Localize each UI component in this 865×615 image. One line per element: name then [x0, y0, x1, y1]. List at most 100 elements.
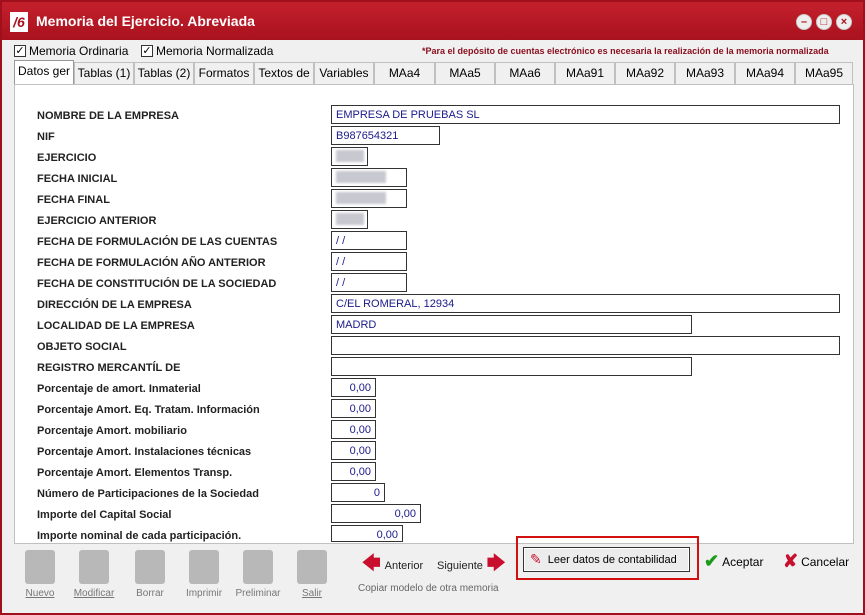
aceptar-button[interactable]: ✔ Aceptar: [704, 551, 763, 572]
fecha-final-field[interactable]: [331, 189, 407, 208]
imprimir-label: Imprimir: [185, 588, 223, 599]
company-name-field[interactable]: EMPRESA DE PRUEBAS SL: [331, 105, 840, 124]
amort-inmaterial-field[interactable]: 0,00: [331, 378, 376, 397]
fecha-inicial-field[interactable]: [331, 168, 407, 187]
field-label: FECHA DE FORMULACIÓN AÑO ANTERIOR: [37, 257, 266, 269]
title-bar: /6 Memoria del Ejercicio. Abreviada – □ …: [2, 2, 863, 40]
preliminar-label: Preliminar: [235, 588, 281, 599]
salir-button[interactable]: Salir: [290, 550, 334, 599]
tab-tablas-1[interactable]: Tablas (1): [74, 62, 134, 84]
aceptar-label: Aceptar: [722, 554, 764, 569]
tab-datos-generales[interactable]: Datos ger: [14, 60, 74, 84]
fecha-formulacion-field[interactable]: / /: [331, 231, 407, 250]
checkbox-icon: ✓: [14, 45, 26, 57]
siguiente-label: Siguiente: [437, 560, 483, 572]
modificar-label: Modificar: [73, 588, 115, 599]
exit-door-icon: [297, 550, 327, 584]
tab-textos[interactable]: Textos de: [254, 62, 314, 84]
objeto-social-field[interactable]: [331, 336, 840, 355]
field-label: Porcentaje de amort. Inmaterial: [37, 383, 201, 395]
cancelar-button[interactable]: ✘ Cancelar: [783, 551, 849, 572]
new-document-icon: [25, 550, 55, 584]
checkbox-label: Memoria Ordinaria: [29, 44, 129, 58]
capital-social-field[interactable]: 0,00: [331, 504, 421, 523]
tab-maa6[interactable]: MAa6: [495, 62, 555, 84]
pencil-icon: ✎: [530, 551, 542, 567]
datos-generales-panel: NOMBRE DE LA EMPRESA EMPRESA DE PRUEBAS …: [14, 84, 854, 544]
check-icon: ✔: [704, 551, 720, 571]
tab-maa4[interactable]: MAa4: [374, 62, 435, 84]
close-icon[interactable]: ×: [836, 14, 852, 30]
num-participaciones-field[interactable]: 0: [331, 483, 385, 502]
amort-transporte-field[interactable]: 0,00: [331, 462, 376, 481]
field-label: Porcentaje Amort. Elementos Transp.: [37, 467, 233, 479]
field-label: EJERCICIO ANTERIOR: [37, 215, 157, 227]
field-label: Porcentaje Amort. mobiliario: [37, 425, 187, 437]
printer-icon: [189, 550, 219, 584]
tab-maa94[interactable]: MAa94: [735, 62, 795, 84]
field-label: FECHA DE FORMULACIÓN DE LAS CUENTAS: [37, 236, 278, 248]
modificar-button[interactable]: Modificar: [72, 550, 116, 599]
pencil-icon: [79, 550, 109, 584]
tab-maa95[interactable]: MAa95: [795, 62, 853, 84]
nuevo-button[interactable]: Nuevo: [18, 550, 62, 599]
direccion-field[interactable]: C/EL ROMERAL, 12934: [331, 294, 840, 313]
importe-nominal-field[interactable]: 0,00: [331, 525, 403, 542]
checkbox-icon: ✓: [141, 45, 153, 57]
leer-label: Leer datos de contabilidad: [547, 553, 677, 566]
imprimir-button[interactable]: Imprimir: [182, 550, 226, 599]
tab-maa93[interactable]: MAa93: [675, 62, 735, 84]
amort-instalaciones-field[interactable]: 0,00: [331, 441, 376, 460]
copiar-modelo-link[interactable]: Copiar modelo de otra memoria: [358, 583, 499, 594]
anterior-label: Anterior: [384, 560, 424, 572]
registro-mercantil-field[interactable]: [331, 357, 692, 376]
field-label: OBJETO SOCIAL: [37, 341, 127, 353]
tab-maa91[interactable]: MAa91: [555, 62, 615, 84]
trash-icon: [135, 550, 165, 584]
tab-tablas-2[interactable]: Tablas (2): [134, 62, 194, 84]
field-label: FECHA FINAL: [37, 194, 110, 206]
field-label: FECHA INICIAL: [37, 173, 118, 185]
memoria-ordinaria-checkbox[interactable]: ✓ Memoria Ordinaria: [14, 44, 128, 58]
borrar-label: Borrar: [136, 588, 164, 599]
tab-formatos[interactable]: Formatos: [194, 62, 254, 84]
ejercicio-anterior-field[interactable]: [331, 210, 368, 229]
tab-maa5[interactable]: MAa5: [435, 62, 495, 84]
field-label: Porcentaje Amort. Instalaciones técnicas: [37, 446, 252, 458]
redacted-value: [336, 150, 364, 162]
tab-maa92[interactable]: MAa92: [615, 62, 675, 84]
localidad-field[interactable]: MADRD: [331, 315, 692, 334]
field-label: FECHA DE CONSTITUCIÓN DE LA SOCIEDAD: [37, 278, 277, 290]
maximize-icon[interactable]: □: [816, 14, 832, 30]
amort-mobiliario-field[interactable]: 0,00: [331, 420, 376, 439]
window-title: Memoria del Ejercicio. Abreviada: [36, 13, 255, 29]
leer-datos-button[interactable]: ✎ Leer datos de contabilidad: [523, 547, 690, 572]
deposit-note: *Para el depósito de cuentas electrónico…: [422, 46, 829, 56]
siguiente-button[interactable]: Siguiente 🡆: [437, 551, 505, 581]
memoria-normalizada-checkbox[interactable]: ✓ Memoria Normalizada: [141, 44, 273, 58]
amort-equipos-field[interactable]: 0,00: [331, 399, 376, 418]
field-label: Importe nominal de cada participación.: [37, 530, 242, 542]
cancelar-label: Cancelar: [801, 554, 850, 569]
field-label: NOMBRE DE LA EMPRESA: [37, 110, 179, 122]
fecha-constitucion-field[interactable]: / /: [331, 273, 407, 292]
tab-variables[interactable]: Variables: [314, 62, 374, 84]
ejercicio-field[interactable]: [331, 147, 368, 166]
preliminar-button[interactable]: Preliminar: [235, 550, 281, 599]
checkbox-label: Memoria Normalizada: [156, 44, 274, 58]
field-label: EJERCICIO: [37, 152, 97, 164]
field-label: DIRECCIÓN DE LA EMPRESA: [37, 299, 192, 311]
minimize-icon[interactable]: –: [796, 14, 812, 30]
field-label: Número de Participaciones de la Sociedad: [37, 488, 259, 500]
nuevo-label: Nuevo: [25, 588, 55, 599]
redacted-value: [336, 171, 386, 183]
redacted-value: [336, 192, 386, 204]
anterior-button[interactable]: 🡄 Anterior: [362, 551, 423, 581]
tab-bar: Datos ger Tablas (1) Tablas (2) Formatos…: [14, 60, 853, 84]
borrar-button[interactable]: Borrar: [128, 550, 172, 599]
memoria-window: /6 Memoria del Ejercicio. Abreviada – □ …: [0, 0, 865, 615]
arrow-right-icon: 🡆: [486, 553, 506, 573]
redacted-value: [336, 213, 364, 225]
nif-field[interactable]: B987654321: [331, 126, 440, 145]
fecha-formulacion-anterior-field[interactable]: / /: [331, 252, 407, 271]
